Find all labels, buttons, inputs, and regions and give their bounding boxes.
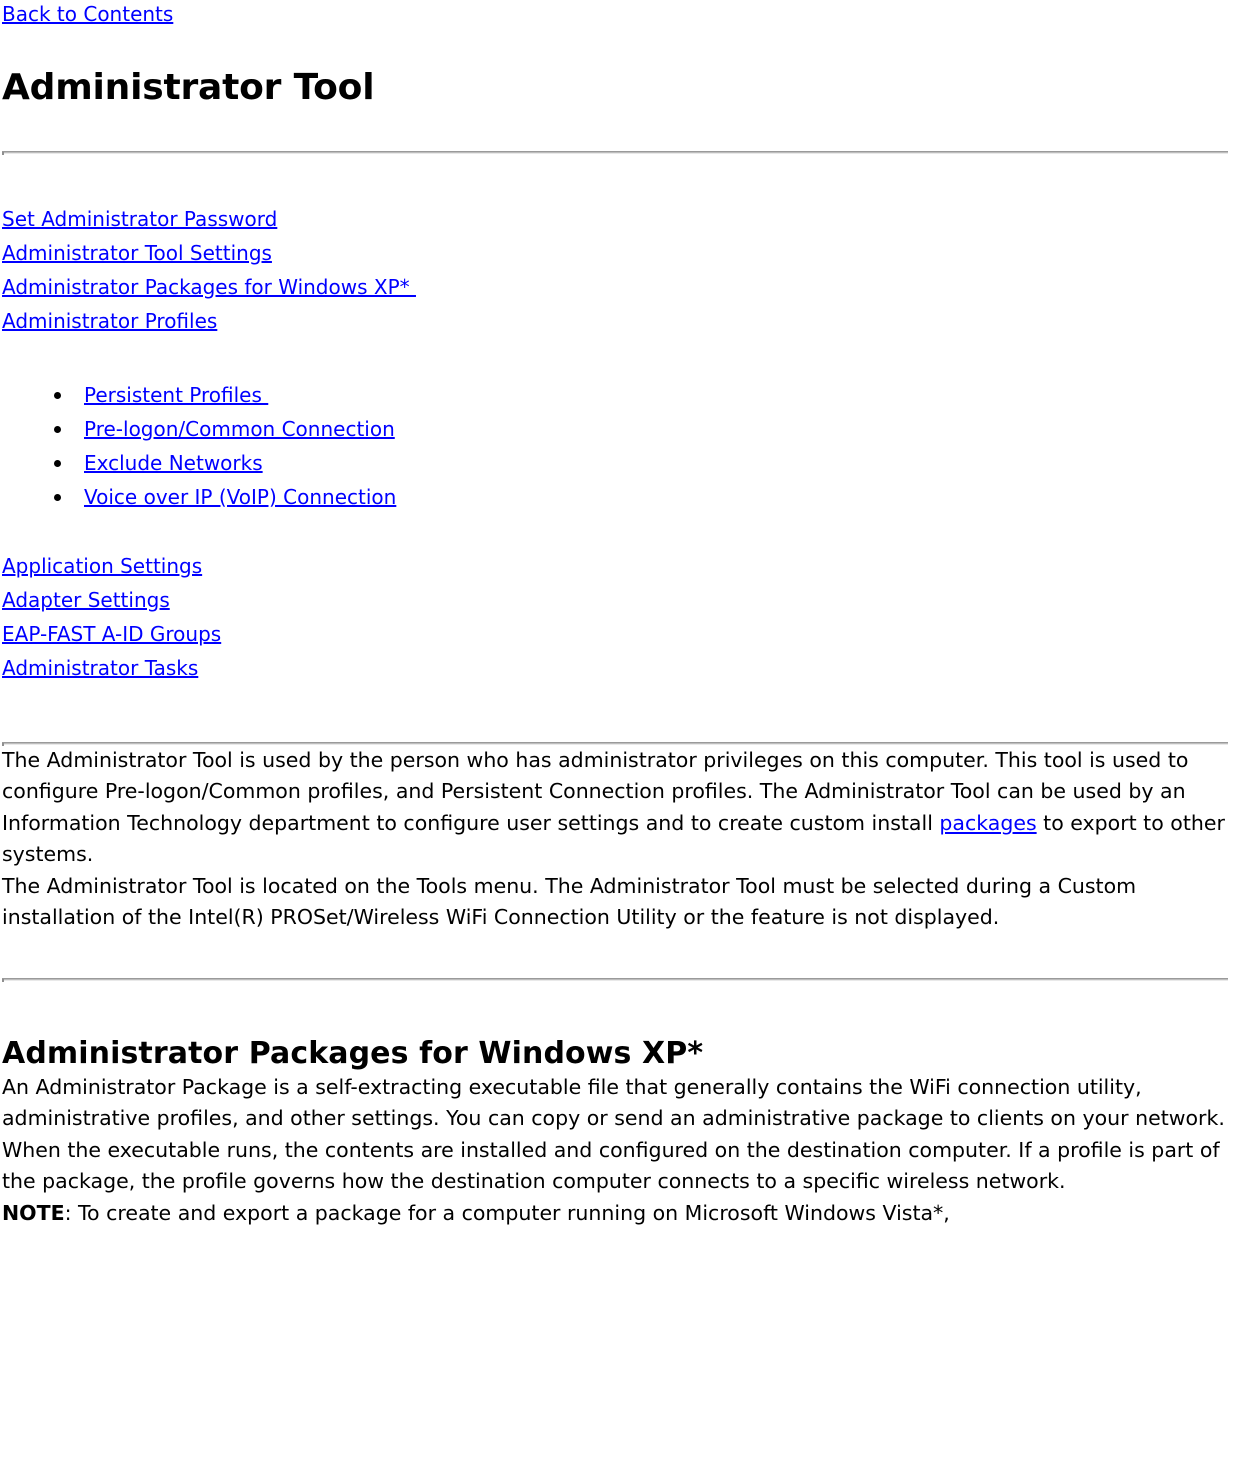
toc-top-row-0: Set Administrator Password (2, 202, 1228, 236)
list-item: Voice over IP (VoIP) Connection (54, 480, 1228, 514)
document-page: Back to Contents Administrator Tool Set … (0, 0, 1234, 1229)
link-voice-over-ip-connection[interactable]: Voice over IP (VoIP) Connection (84, 485, 396, 509)
packages-paragraph: An Administrator Package is a self-extra… (2, 1074, 1225, 1194)
back-to-contents-link[interactable]: Back to Contents (2, 2, 173, 26)
bullet-icon (54, 425, 61, 433)
toc-bullet-list: Persistent Profiles Pre-logon/Common Con… (2, 378, 1228, 514)
back-to-contents-row: Back to Contents (2, 0, 1228, 27)
divider-rule-bottom (2, 977, 1228, 982)
divider-rule-top (2, 150, 1228, 155)
packages-note: NOTE: To create and export a package for… (2, 1198, 1228, 1230)
section-title-administrator-packages: Administrator Packages for Windows XP* (2, 1035, 704, 1071)
link-eap-fast-a-id-groups[interactable]: EAP-FAST A-ID Groups (2, 622, 221, 646)
link-administrator-packages-for-windows-xp[interactable]: Administrator Packages for Windows XP* (2, 275, 416, 299)
toc-top-row-2: Administrator Packages for Windows XP* (2, 270, 1228, 304)
note-label: NOTE (2, 1200, 65, 1225)
list-item: Pre-logon/Common Connection (54, 412, 1228, 446)
list-item: Persistent Profiles (54, 378, 1228, 412)
bullet-icon (54, 459, 61, 467)
link-administrator-tool-settings[interactable]: Administrator Tool Settings (2, 241, 272, 265)
note-text: : To create and export a package for a c… (64, 1200, 950, 1225)
page-title: Administrator Tool (2, 67, 375, 109)
toc-bottom-list: Application Settings Adapter Settings EA… (2, 549, 1228, 685)
link-application-settings[interactable]: Application Settings (2, 554, 202, 578)
bullet-icon (54, 391, 61, 399)
link-exclude-networks[interactable]: Exclude Networks (84, 451, 263, 475)
divider-rule-middle (2, 741, 1228, 746)
link-set-administrator-password[interactable]: Set Administrator Password (2, 207, 277, 231)
toc-bottom-row-3: Administrator Tasks (2, 651, 1228, 685)
toc-top-row-3: Administrator Profiles (2, 304, 1228, 338)
link-persistent-profiles[interactable]: Persistent Profiles (84, 383, 268, 407)
link-administrator-profiles[interactable]: Administrator Profiles (2, 309, 217, 333)
toc-top-row-1: Administrator Tool Settings (2, 236, 1228, 270)
toc-top-list: Set Administrator Password Administrator… (2, 202, 1228, 338)
intro-paragraph-2: The Administrator Tool is located on the… (2, 873, 1137, 930)
list-item: Exclude Networks (54, 446, 1228, 480)
toc-bottom-row-0: Application Settings (2, 549, 1228, 583)
toc-bottom-row-2: EAP-FAST A-ID Groups (2, 617, 1228, 651)
intro-paragraph-1: The Administrator Tool is used by the pe… (2, 745, 1228, 871)
link-adapter-settings[interactable]: Adapter Settings (2, 588, 170, 612)
link-administrator-tasks[interactable]: Administrator Tasks (2, 656, 198, 680)
link-pre-logon-common-connection[interactable]: Pre-logon/Common Connection (84, 417, 395, 441)
link-packages-inline[interactable]: packages (939, 811, 1036, 835)
bullet-icon (54, 493, 61, 501)
toc-bottom-row-1: Adapter Settings (2, 583, 1228, 617)
